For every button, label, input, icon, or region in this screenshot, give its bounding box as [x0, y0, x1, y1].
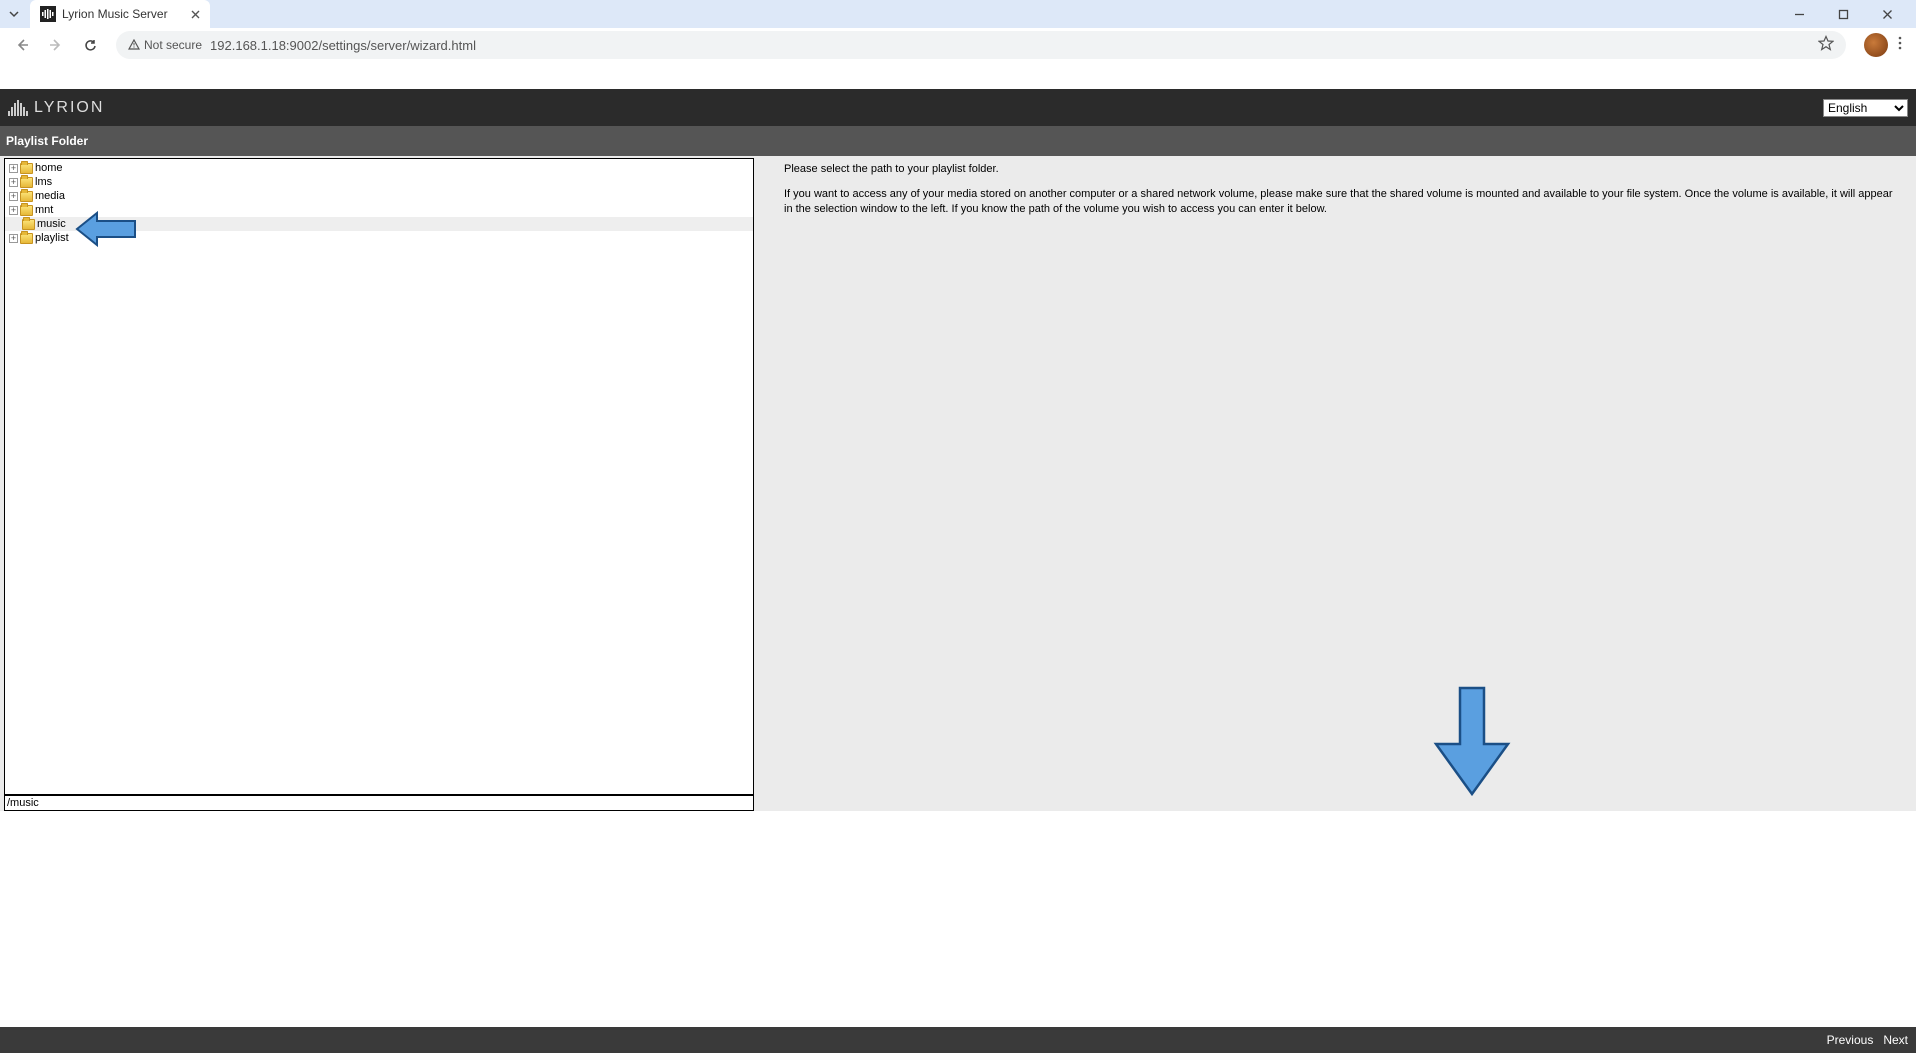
window-minimize-button[interactable]: [1784, 2, 1814, 26]
tree-item-music[interactable]: music: [5, 217, 753, 231]
window-maximize-button[interactable]: [1828, 2, 1858, 26]
app-header: LYRION English: [0, 89, 1916, 126]
maximize-icon: [1838, 9, 1849, 20]
folder-icon: [20, 163, 33, 174]
warning-icon: [128, 39, 140, 51]
tree-item-media[interactable]: + media: [5, 189, 753, 203]
tree-item-lms[interactable]: + lms: [5, 175, 753, 189]
arrow-right-icon: [48, 37, 64, 53]
security-indicator[interactable]: Not secure: [128, 38, 202, 52]
tab-close-button[interactable]: [191, 7, 200, 22]
tree-item-label: home: [35, 162, 63, 174]
folder-icon: [20, 205, 33, 216]
expand-icon[interactable]: +: [9, 206, 18, 215]
folder-icon: [20, 177, 33, 188]
url-text: 192.168.1.18:9002/settings/server/wizard…: [210, 38, 476, 53]
chevron-down-icon: [9, 9, 19, 19]
tree-item-label: media: [35, 190, 65, 202]
expand-icon[interactable]: +: [9, 192, 18, 201]
main-content: + home + lms + media + mnt music + playlist Please…: [0, 156, 1916, 811]
tab-search-dropdown[interactable]: [4, 4, 24, 24]
app-logo: LYRION: [8, 99, 104, 117]
expand-icon[interactable]: +: [9, 234, 18, 243]
minimize-icon: [1794, 9, 1805, 20]
bottom-gap: [0, 811, 1916, 1027]
folder-icon: [20, 233, 33, 244]
kebab-icon: [1898, 36, 1902, 50]
language-select[interactable]: English: [1823, 99, 1908, 117]
security-label: Not secure: [144, 38, 202, 52]
address-bar: Not secure 192.168.1.18:9002/settings/se…: [0, 28, 1916, 62]
tree-item-label: playlist: [35, 232, 69, 244]
left-pane: + home + lms + media + mnt music + playlist: [0, 156, 756, 811]
tree-item-mnt[interactable]: + mnt: [5, 203, 753, 217]
logo-bars-icon: [8, 100, 28, 116]
folder-icon: [22, 219, 35, 230]
previous-button[interactable]: Previous: [1827, 1033, 1874, 1047]
folder-icon: [20, 191, 33, 202]
tree-item-label: lms: [35, 176, 52, 188]
expand-spacer: [9, 220, 18, 229]
instructions-p1: Please select the path to your playlist …: [784, 162, 1896, 177]
browser-chrome: Lyrion Music Server Not secure 192.168.1…: [0, 0, 1916, 62]
window-controls: [1784, 2, 1912, 26]
expand-icon[interactable]: +: [9, 178, 18, 187]
nav-forward-button[interactable]: [42, 31, 70, 59]
page-top-gap: [0, 62, 1916, 89]
path-input[interactable]: [4, 795, 754, 811]
arrow-left-icon: [14, 37, 30, 53]
tree-item-label: music: [37, 218, 66, 230]
favicon-icon: [40, 6, 56, 22]
tree-item-label: mnt: [35, 204, 53, 216]
close-icon: [1882, 9, 1893, 20]
close-icon: [191, 10, 200, 19]
right-pane: Please select the path to your playlist …: [756, 156, 1916, 811]
profile-avatar[interactable]: [1864, 33, 1888, 57]
brand-text: LYRION: [34, 99, 104, 117]
star-icon: [1818, 35, 1834, 51]
tab-bar: Lyrion Music Server: [0, 0, 1916, 28]
browser-tab[interactable]: Lyrion Music Server: [30, 0, 210, 28]
app-footer: Previous Next: [0, 1027, 1916, 1053]
url-field[interactable]: Not secure 192.168.1.18:9002/settings/se…: [116, 31, 1846, 59]
section-title: Playlist Folder: [0, 126, 1916, 156]
next-button[interactable]: Next: [1883, 1033, 1908, 1047]
tree-item-home[interactable]: + home: [5, 161, 753, 175]
tree-item-playlist[interactable]: + playlist: [5, 231, 753, 245]
nav-back-button[interactable]: [8, 31, 36, 59]
tab-title: Lyrion Music Server: [62, 7, 185, 21]
window-close-button[interactable]: [1872, 2, 1902, 26]
bookmark-button[interactable]: [1818, 35, 1834, 56]
folder-tree[interactable]: + home + lms + media + mnt music + playlist: [4, 158, 754, 795]
section-title-text: Playlist Folder: [6, 134, 88, 148]
reload-icon: [83, 38, 98, 53]
instructions-p2: If you want to access any of your media …: [784, 187, 1896, 217]
nav-reload-button[interactable]: [76, 31, 104, 59]
browser-menu-button[interactable]: [1898, 36, 1902, 55]
expand-icon[interactable]: +: [9, 164, 18, 173]
